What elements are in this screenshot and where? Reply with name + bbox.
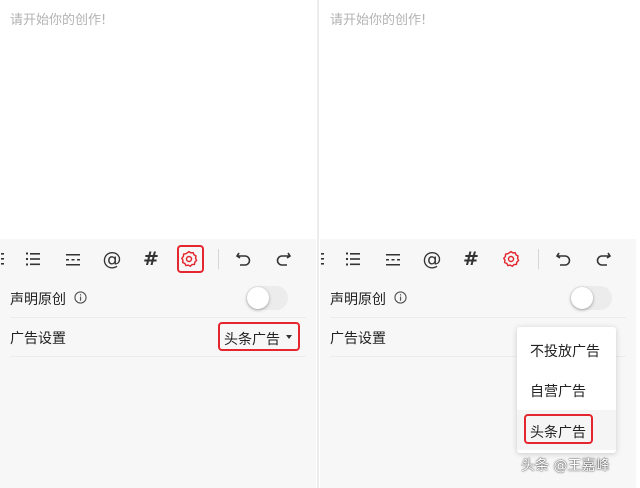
editor-toolbar: @ # (0, 239, 316, 279)
redo-icon[interactable] (271, 247, 295, 271)
toolbar-separator (538, 249, 539, 269)
info-icon[interactable] (394, 291, 407, 304)
info-icon[interactable] (74, 291, 87, 304)
toggle-knob (247, 287, 269, 309)
ad-type-value: 头条广告 (224, 332, 280, 348)
watermark: 头条 @王嘉峰 (521, 458, 610, 474)
dropdown-selected-highlight (524, 414, 593, 444)
settings-highlight (177, 245, 204, 273)
ordered-list-icon[interactable] (21, 247, 45, 271)
mention-icon[interactable]: @ (420, 247, 444, 271)
editor-toolbar: @ # (320, 239, 636, 279)
undo-icon[interactable] (552, 247, 576, 271)
ad-settings-label: 广告设置 (10, 331, 66, 347)
ordered-list-icon[interactable] (341, 247, 365, 271)
original-toggle[interactable] (246, 286, 288, 310)
editor-placeholder[interactable]: 请开始你的创作! (330, 9, 426, 28)
toggle-knob (571, 287, 593, 309)
panel-divider (317, 0, 319, 488)
ad-type-select[interactable]: 头条广告 (218, 322, 300, 351)
hashtag-icon[interactable]: # (459, 247, 483, 271)
caret-down-icon (286, 335, 292, 339)
mention-icon[interactable]: @ (100, 247, 124, 271)
original-toggle[interactable] (570, 286, 612, 310)
original-label: 声明原创 (330, 292, 386, 308)
divider-icon[interactable] (381, 247, 405, 271)
hashtag-icon[interactable]: # (139, 247, 163, 271)
dropdown-option-label: 不投放广告 (530, 344, 600, 360)
original-row: 声明原创 (10, 279, 306, 318)
toolbar-separator (218, 249, 219, 269)
list-icon[interactable] (0, 247, 10, 271)
editor-panel-left: 请开始你的创作! @ # 声明原创 广告设置 (0, 0, 316, 488)
ad-settings-label: 广告设置 (330, 331, 386, 347)
undo-icon[interactable] (232, 247, 256, 271)
list-icon[interactable] (320, 247, 330, 271)
editor-placeholder[interactable]: 请开始你的创作! (10, 9, 106, 28)
divider-icon[interactable] (61, 247, 85, 271)
original-row: 声明原创 (330, 279, 626, 318)
settings-icon[interactable] (499, 247, 523, 271)
original-label: 声明原创 (10, 292, 66, 308)
dropdown-option[interactable]: 不投放广告 (517, 329, 616, 369)
dropdown-option[interactable]: 自营广告 (517, 369, 616, 409)
settings-panel: 声明原创 广告设置 (0, 279, 316, 488)
redo-icon[interactable] (591, 247, 615, 271)
dropdown-option-label: 自营广告 (530, 384, 586, 400)
